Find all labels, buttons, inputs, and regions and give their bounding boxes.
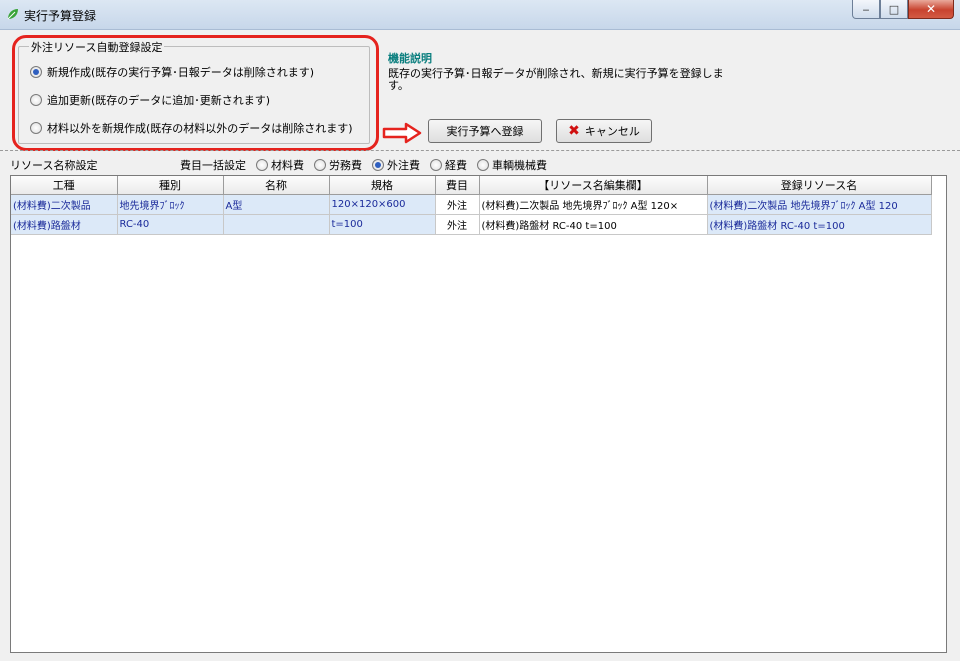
category-expense-label: 経費	[445, 159, 467, 172]
option-new-label: 新規作成(既存の実行予算･日報データは削除されます)	[47, 66, 315, 79]
register-button-label: 実行予算へ登録	[446, 125, 524, 138]
option-append-label: 追加更新(既存のデータに追加･更新されます)	[47, 94, 271, 107]
category-bulk-setting: 費目一括設定 材料費 労務費 外注費 経費 車輌機械費	[180, 157, 547, 173]
column-header[interactable]: 名称	[223, 176, 330, 195]
resource-name-edit-cell[interactable]: (材料費)路盤材 RC-40 t=100	[479, 214, 708, 235]
divider	[0, 150, 960, 151]
radio-expense[interactable]	[430, 159, 442, 171]
category-outsourcing-label: 外注費	[387, 159, 420, 172]
right-arrow-icon	[382, 122, 422, 144]
column-header[interactable]: 登録リソース名	[707, 176, 932, 195]
table-cell[interactable]	[223, 214, 330, 235]
table-cell[interactable]: RC-40	[117, 214, 224, 235]
category-material[interactable]: 材料費	[256, 157, 304, 173]
column-header[interactable]: 【リソース名編集欄】	[479, 176, 708, 195]
resource-table: 工種 種別 名称 規格 費目 【リソース名編集欄】 登録リソース名 (材料費)二…	[11, 176, 932, 235]
description-text: 既存の実行予算･日報データが削除され、新規に実行予算を登録しま す。	[388, 67, 724, 92]
cancel-button-label: キャンセル	[584, 125, 640, 138]
table-cell[interactable]: (材料費)路盤材 RC-40 t=100	[707, 214, 932, 235]
close-button[interactable]: ✕	[908, 0, 954, 19]
resource-grid[interactable]: 工種 種別 名称 規格 費目 【リソース名編集欄】 登録リソース名 (材料費)二…	[10, 175, 947, 653]
bulk-setting-label: 費目一括設定	[180, 159, 246, 172]
option-new[interactable]: 新規作成(既存の実行予算･日報データは削除されます)	[30, 64, 314, 80]
table-cell[interactable]: (材料費)二次製品 地先境界ﾌﾞﾛｯｸ A型 120	[707, 194, 932, 215]
register-budget-button[interactable]: 実行予算へ登録	[428, 119, 542, 143]
table-cell[interactable]: 地先境界ﾌﾞﾛｯｸ	[117, 194, 224, 215]
resource-name-edit-cell[interactable]: (材料費)二次製品 地先境界ﾌﾞﾛｯｸ A型 120×	[479, 194, 708, 215]
category-labor[interactable]: 労務費	[314, 157, 362, 173]
radio-new[interactable]	[30, 66, 42, 78]
category-expense[interactable]: 経費	[430, 157, 467, 173]
radio-labor[interactable]	[314, 159, 326, 171]
leaf-icon	[7, 9, 18, 20]
table-cell[interactable]: (材料費)路盤材	[11, 214, 118, 235]
column-header[interactable]: 費目	[435, 176, 480, 195]
table-cell[interactable]: 外注	[435, 214, 480, 235]
table-cell[interactable]: A型	[223, 194, 330, 215]
x-icon: ✖	[568, 123, 580, 139]
window-title: 実行予算登録	[24, 9, 97, 23]
category-outsourcing[interactable]: 外注費	[372, 157, 420, 173]
table-cell[interactable]: (材料費)二次製品	[11, 194, 118, 215]
category-vehicle-label: 車輌機械費	[492, 159, 547, 172]
radio-outsourcing[interactable]	[372, 159, 384, 171]
column-header[interactable]: 種別	[117, 176, 224, 195]
category-vehicle[interactable]: 車輌機械費	[477, 157, 547, 173]
category-material-label: 材料費	[271, 159, 304, 172]
table-row[interactable]: (材料費)路盤材 RC-40 t=100 外注 (材料費)路盤材 RC-40 t…	[11, 214, 932, 235]
radio-append[interactable]	[30, 94, 42, 106]
option-non-material[interactable]: 材料以外を新規作成(既存の材料以外のデータは削除されます)	[30, 120, 353, 136]
table-row[interactable]: (材料費)二次製品 地先境界ﾌﾞﾛｯｸ A型 120×120×600 外注 (材…	[11, 194, 932, 215]
category-labor-label: 労務費	[329, 159, 362, 172]
resource-name-label: リソース名称設定	[10, 159, 98, 172]
table-cell[interactable]: 120×120×600	[329, 194, 436, 215]
option-append[interactable]: 追加更新(既存のデータに追加･更新されます)	[30, 92, 270, 108]
radio-material[interactable]	[256, 159, 268, 171]
column-header[interactable]: 工種	[11, 176, 118, 195]
option-non-material-label: 材料以外を新規作成(既存の材料以外のデータは削除されます)	[47, 122, 353, 135]
radio-non-material[interactable]	[30, 122, 42, 134]
table-cell[interactable]: t=100	[329, 214, 436, 235]
cancel-button[interactable]: ✖ キャンセル	[556, 119, 652, 143]
description-title: 機能説明	[388, 52, 432, 65]
table-header-row: 工種 種別 名称 規格 費目 【リソース名編集欄】 登録リソース名	[11, 176, 932, 195]
title-bar: 実行予算登録 ‒ □ ✕	[0, 0, 960, 30]
maximize-button[interactable]: □	[880, 0, 908, 19]
window-controls: ‒ □ ✕	[852, 0, 954, 19]
radio-vehicle[interactable]	[477, 159, 489, 171]
column-header[interactable]: 規格	[329, 176, 436, 195]
table-cell[interactable]: 外注	[435, 194, 480, 215]
minimize-button[interactable]: ‒	[852, 0, 880, 19]
